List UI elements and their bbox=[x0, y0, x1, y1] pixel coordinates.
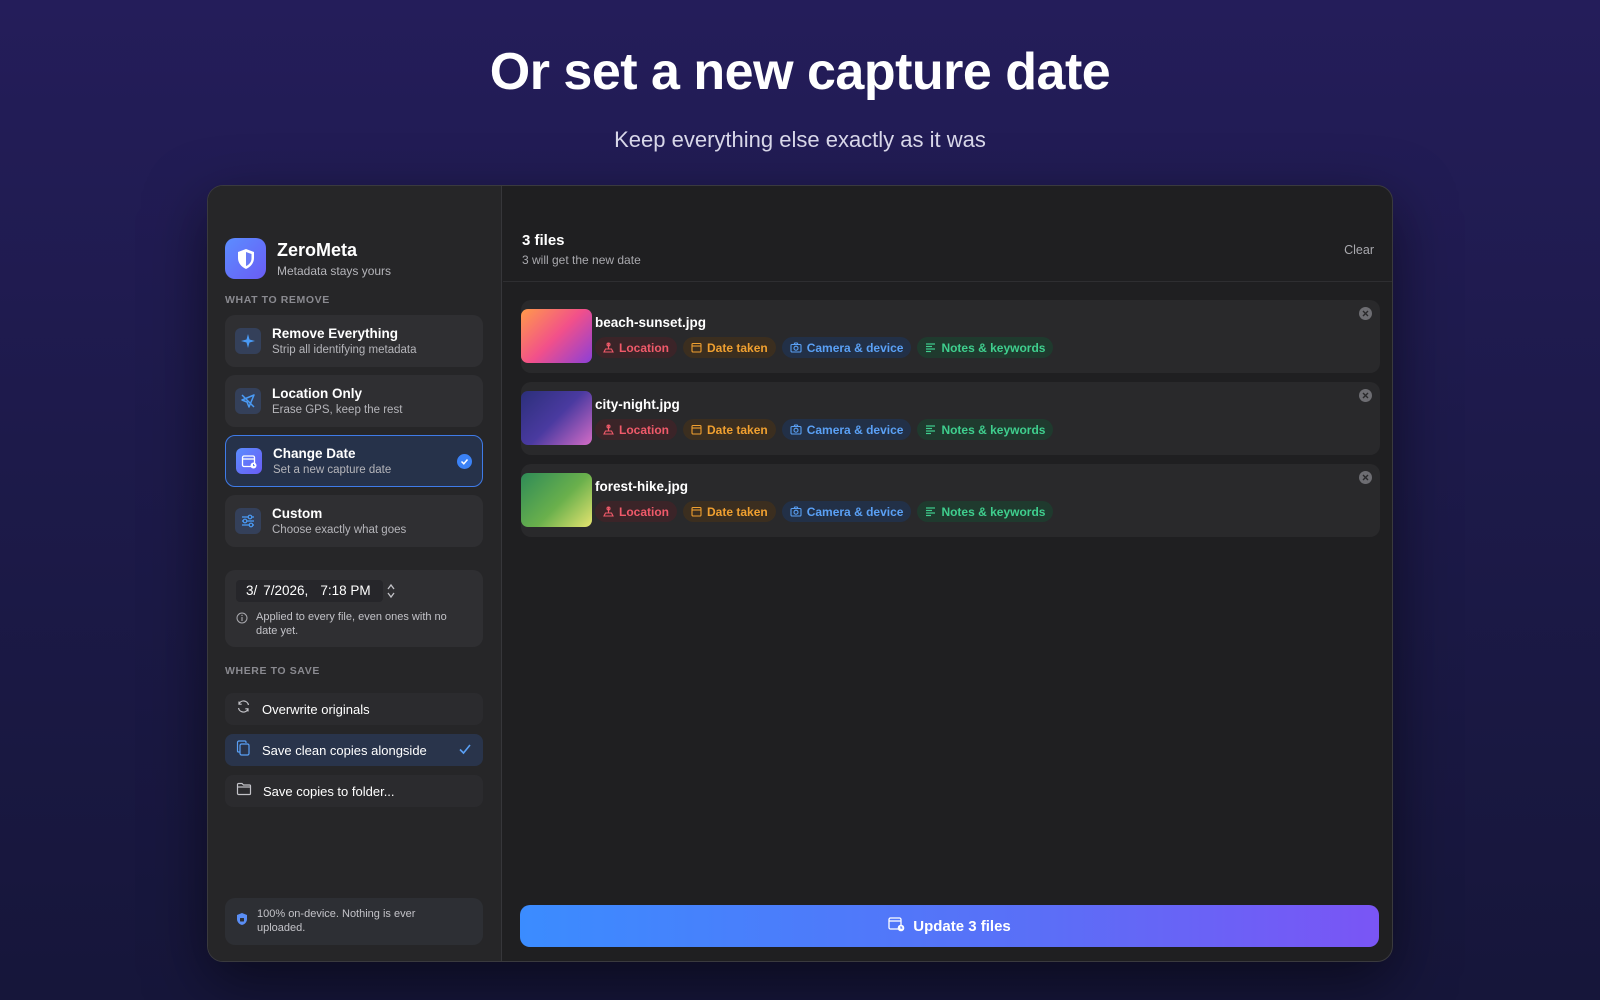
calendar-small-icon bbox=[691, 342, 702, 353]
camera-icon bbox=[790, 506, 802, 517]
mode-desc: Strip all identifying metadata bbox=[272, 344, 417, 356]
location-tag: Location bbox=[595, 337, 677, 358]
app-tagline: Metadata stays yours bbox=[277, 263, 392, 278]
hero-subtitle: Keep everything else exactly as it was bbox=[614, 127, 986, 152]
date-tag: Date taken bbox=[683, 419, 776, 440]
mode-desc: Choose exactly what goes bbox=[272, 524, 407, 536]
copy-icon bbox=[236, 739, 251, 761]
folder-icon bbox=[236, 782, 252, 801]
metadata-tags: Location Date taken Camera & device Note… bbox=[595, 419, 1054, 440]
mode-location-only[interactable]: Location Only Erase GPS, keep the rest bbox=[225, 375, 483, 427]
text-lines-icon bbox=[926, 507, 936, 517]
notes-tag: Notes & keywords bbox=[917, 337, 1054, 358]
files-count-title: 3 files bbox=[522, 232, 565, 249]
camera-tag: Camera & device bbox=[781, 337, 912, 358]
camera-icon bbox=[790, 342, 802, 353]
mode-title: Location Only bbox=[272, 386, 363, 401]
file-name: beach-sunset.jpg bbox=[595, 315, 707, 330]
location-off-icon bbox=[235, 388, 261, 414]
privacy-note: 100% on-device. Nothing is ever uploaded… bbox=[225, 898, 483, 945]
selected-check-icon bbox=[457, 454, 472, 469]
divider bbox=[503, 281, 1392, 282]
file-thumbnail bbox=[521, 391, 592, 445]
mode-desc: Erase GPS, keep the rest bbox=[272, 404, 403, 416]
refresh-icon bbox=[236, 699, 251, 719]
what-to-remove-label: WHAT TO REMOVE bbox=[225, 294, 330, 306]
info-icon bbox=[236, 611, 248, 629]
mode-change-date[interactable]: Change Date Set a new capture date bbox=[225, 435, 483, 487]
save-option-overwrite[interactable]: Overwrite originals bbox=[225, 693, 483, 725]
date-tag: Date taken bbox=[683, 501, 776, 522]
where-to-save-label: WHERE TO SAVE bbox=[225, 665, 320, 677]
save-option-label: Save clean copies alongside bbox=[262, 742, 427, 758]
camera-icon bbox=[790, 424, 802, 435]
date-note: Applied to every file, even ones with no… bbox=[256, 611, 447, 637]
files-subtitle: 3 will get the new date bbox=[522, 253, 641, 267]
calendar-small-icon bbox=[691, 506, 702, 517]
date-time[interactable]: 7:18 PM bbox=[320, 583, 370, 598]
shield-icon bbox=[225, 238, 266, 279]
sliders-icon bbox=[235, 508, 261, 534]
notes-tag: Notes & keywords bbox=[917, 419, 1054, 440]
metadata-tags: Location Date taken Camera & device Note… bbox=[595, 337, 1054, 358]
calendar-small-icon bbox=[691, 424, 702, 435]
mode-title: Custom bbox=[272, 506, 323, 521]
file-row[interactable]: city-night.jpg Location Date taken Camer… bbox=[521, 382, 1380, 455]
mode-desc: Set a new capture date bbox=[273, 464, 392, 476]
app-window: ZeroMeta Metadata stays yours WHAT TO RE… bbox=[207, 185, 1393, 962]
text-lines-icon bbox=[926, 425, 936, 435]
update-files-button[interactable]: Update 3 files bbox=[520, 905, 1379, 947]
location-pin-icon bbox=[603, 424, 614, 435]
date-day-year[interactable]: 7/2026, bbox=[263, 583, 308, 598]
save-option-label: Save copies to folder... bbox=[263, 783, 395, 799]
save-option-label: Overwrite originals bbox=[262, 701, 370, 717]
mode-title: Remove Everything bbox=[272, 326, 399, 341]
remove-file-icon[interactable] bbox=[1359, 389, 1372, 402]
file-thumbnail bbox=[521, 473, 592, 527]
location-pin-icon bbox=[603, 506, 614, 517]
camera-tag: Camera & device bbox=[781, 501, 912, 522]
mode-custom[interactable]: Custom Choose exactly what goes bbox=[225, 495, 483, 547]
camera-tag: Camera & device bbox=[781, 419, 912, 440]
mode-title: Change Date bbox=[273, 446, 356, 461]
app-name: ZeroMeta bbox=[277, 239, 358, 260]
mode-remove-everything[interactable]: Remove Everything Strip all identifying … bbox=[225, 315, 483, 367]
location-tag: Location bbox=[595, 419, 677, 440]
sidebar: ZeroMeta Metadata stays yours WHAT TO RE… bbox=[208, 186, 502, 961]
file-thumbnail bbox=[521, 309, 592, 363]
calendar-clock-icon bbox=[888, 916, 905, 936]
checkmark-icon bbox=[458, 742, 472, 761]
location-pin-icon bbox=[603, 342, 614, 353]
file-row[interactable]: forest-hike.jpg Location Date taken Came… bbox=[521, 464, 1380, 537]
file-name: city-night.jpg bbox=[595, 397, 680, 412]
notes-tag: Notes & keywords bbox=[917, 501, 1054, 522]
metadata-tags: Location Date taken Camera & device Note… bbox=[595, 501, 1054, 522]
privacy-text: 100% on-device. Nothing is ever uploaded… bbox=[257, 908, 416, 934]
date-month[interactable]: 3/ bbox=[246, 583, 257, 598]
remove-file-icon[interactable] bbox=[1359, 471, 1372, 484]
hero-title: Or set a new capture date bbox=[489, 43, 1111, 101]
date-stepper[interactable] bbox=[385, 581, 397, 601]
lock-shield-icon bbox=[236, 912, 248, 931]
save-option-alongside[interactable]: Save clean copies alongside bbox=[225, 734, 483, 766]
calendar-icon bbox=[236, 448, 262, 474]
date-picker-card: 3/ 7/2026, 7:18 PM Applied to every file… bbox=[225, 570, 483, 647]
date-tag: Date taken bbox=[683, 337, 776, 358]
sparkle-icon bbox=[235, 328, 261, 354]
update-button-label: Update 3 files bbox=[913, 917, 1011, 935]
file-row[interactable]: beach-sunset.jpg Location Date taken Cam… bbox=[521, 300, 1380, 373]
clear-button[interactable]: Clear bbox=[1344, 243, 1374, 257]
file-name: forest-hike.jpg bbox=[595, 479, 689, 494]
save-option-folder[interactable]: Save copies to folder... bbox=[225, 775, 483, 807]
remove-file-icon[interactable] bbox=[1359, 307, 1372, 320]
location-tag: Location bbox=[595, 501, 677, 522]
date-time-field[interactable]: 3/ 7/2026, 7:18 PM bbox=[236, 580, 383, 602]
main-panel: 3 files 3 will get the new date Clear be… bbox=[503, 186, 1392, 961]
app-header: ZeroMeta Metadata stays yours bbox=[225, 238, 391, 279]
text-lines-icon bbox=[926, 343, 936, 353]
